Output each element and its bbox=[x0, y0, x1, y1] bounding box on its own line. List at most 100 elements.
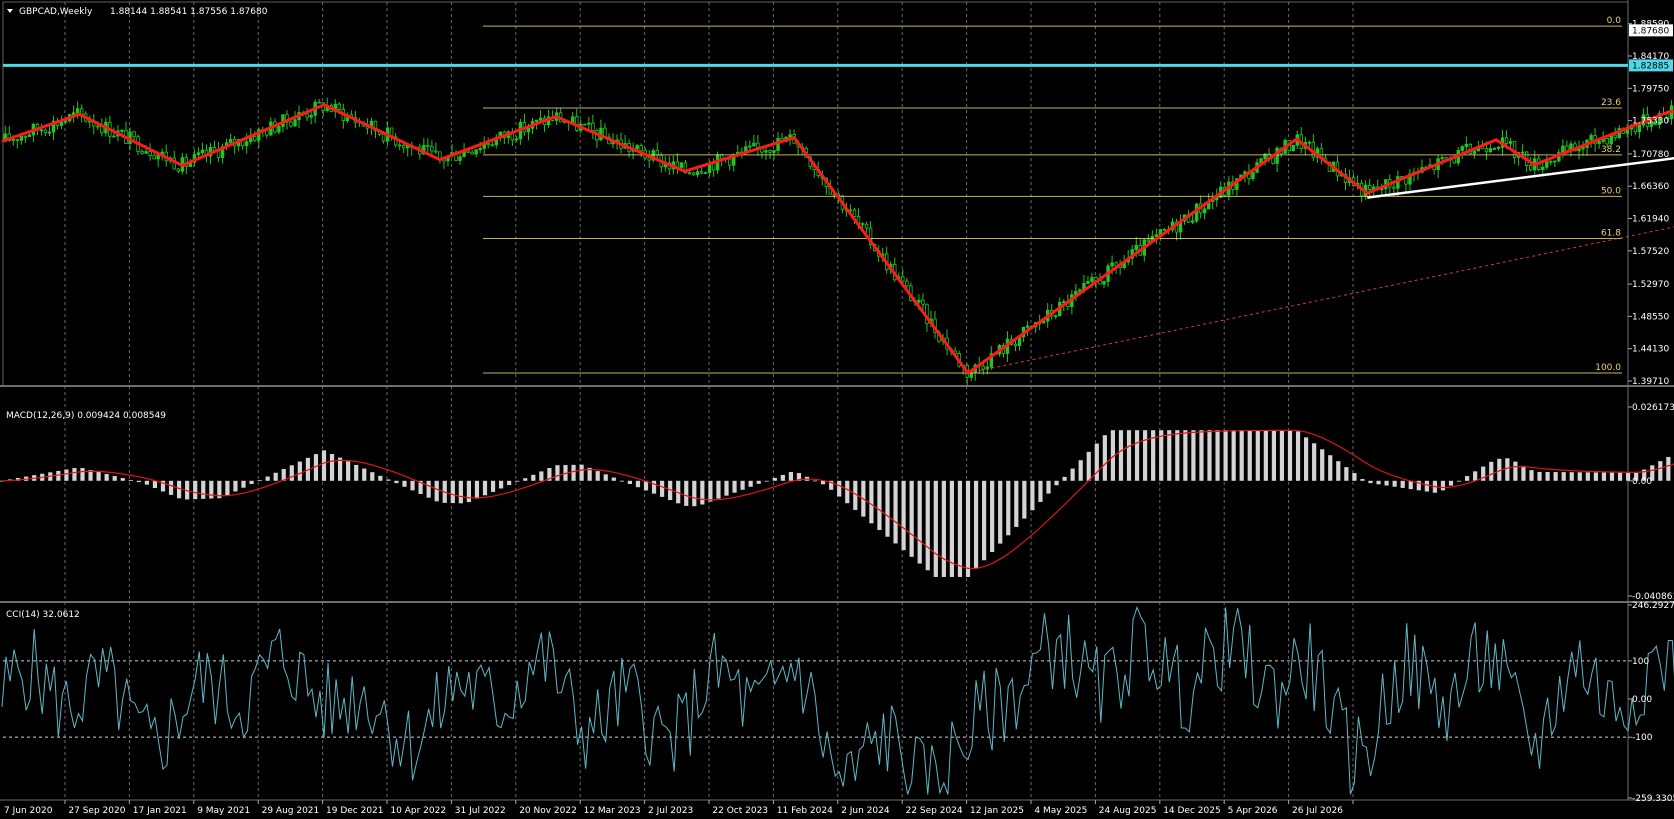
candle-body bbox=[76, 109, 79, 113]
candle-body bbox=[318, 102, 321, 103]
fib-label: 100.0 bbox=[1595, 363, 1621, 373]
candle-body bbox=[773, 151, 776, 153]
candle-body bbox=[1550, 162, 1553, 163]
macd-bar bbox=[378, 476, 382, 481]
macd-bar bbox=[990, 481, 994, 552]
candle-body bbox=[1509, 142, 1512, 144]
macd-bar bbox=[64, 469, 68, 480]
candle-body bbox=[310, 115, 313, 117]
time-label: 11 Feb 2024 bbox=[777, 806, 833, 816]
candle-body bbox=[72, 113, 75, 115]
macd-bar bbox=[1537, 472, 1541, 481]
time-label: 26 Jul 2026 bbox=[1292, 806, 1343, 816]
macd-bar bbox=[942, 481, 946, 577]
gbpcad-chart: 0.023.638.250.061.8100.0 1.885901.841701… bbox=[0, 0, 1674, 819]
cci-tick-label: -100 bbox=[1632, 733, 1653, 743]
macd-bar bbox=[121, 478, 125, 481]
macd-bar bbox=[290, 465, 294, 480]
candle-body bbox=[479, 148, 482, 149]
macd-bar bbox=[1401, 481, 1405, 488]
macd-bar bbox=[1063, 477, 1067, 481]
time-label: 27 Sep 2020 bbox=[68, 806, 125, 816]
macd-bar bbox=[427, 481, 431, 498]
macd-bar bbox=[475, 481, 479, 499]
candle-body bbox=[487, 144, 490, 145]
candle-body bbox=[749, 146, 752, 147]
candle-body bbox=[40, 130, 43, 131]
macd-bar bbox=[1546, 472, 1550, 481]
macd-bar bbox=[225, 481, 229, 495]
candle-body bbox=[906, 281, 909, 286]
macd-bar bbox=[877, 481, 881, 530]
candle-body bbox=[177, 169, 180, 171]
price-tick-label: 1.70780 bbox=[1632, 150, 1669, 160]
candle-body bbox=[753, 143, 756, 146]
macd-bar bbox=[757, 481, 761, 484]
macd-bar bbox=[145, 481, 149, 485]
macd-bar bbox=[1368, 481, 1372, 483]
macd-bar bbox=[555, 465, 559, 481]
candle-body bbox=[1590, 135, 1593, 139]
macd-bar bbox=[1264, 430, 1268, 481]
macd-label: MACD(12,26,9) 0.009424 0.008549 bbox=[6, 411, 166, 421]
macd-bar bbox=[708, 481, 712, 502]
macd-bar bbox=[274, 473, 278, 481]
macd-bar bbox=[1594, 472, 1598, 480]
macd-bar bbox=[1248, 430, 1252, 481]
candle-body bbox=[1529, 165, 1532, 170]
candle-body bbox=[1554, 161, 1557, 162]
macd-bar bbox=[1296, 431, 1300, 480]
macd-bar bbox=[338, 458, 342, 481]
support-price-tag: 1.82885 bbox=[1632, 61, 1669, 71]
candle-body bbox=[1614, 135, 1617, 137]
macd-bar bbox=[1618, 473, 1622, 481]
macd-bar bbox=[724, 481, 728, 496]
candle-body bbox=[592, 123, 595, 130]
cci-tick-label: 100 bbox=[1632, 657, 1649, 667]
macd-bar bbox=[773, 478, 777, 481]
cci-label: CCI(14) 32.0612 bbox=[6, 610, 80, 620]
macd-bar bbox=[998, 481, 1002, 544]
candle-body bbox=[491, 145, 494, 146]
macd-tick-label: 0.00 bbox=[1632, 477, 1652, 487]
macd-bar bbox=[1586, 472, 1590, 480]
candle-body bbox=[571, 117, 574, 123]
macd-bar bbox=[153, 481, 157, 488]
candle-body bbox=[48, 132, 51, 133]
macd-bar bbox=[1658, 461, 1662, 481]
candle-body bbox=[765, 151, 768, 152]
macd-bar bbox=[1159, 430, 1163, 481]
macd-bar bbox=[1240, 430, 1244, 481]
candle-body bbox=[1493, 148, 1496, 149]
macd-bar bbox=[837, 481, 841, 497]
symbol-label: GBPCAD,Weekly bbox=[19, 7, 93, 17]
candle-body bbox=[861, 223, 864, 224]
macd-bar bbox=[1385, 481, 1389, 486]
macd-bar bbox=[1071, 469, 1075, 481]
macd-bar bbox=[169, 481, 173, 495]
price-tick-label: 1.79750 bbox=[1632, 84, 1669, 94]
candle-body bbox=[922, 300, 925, 304]
macd-bar bbox=[1103, 435, 1107, 481]
macd-bar bbox=[362, 469, 366, 481]
macd-bar bbox=[1562, 472, 1566, 481]
candle-body bbox=[1562, 146, 1565, 153]
candle-body bbox=[901, 277, 904, 281]
candle-body bbox=[1541, 167, 1544, 169]
macd-bar bbox=[1393, 481, 1397, 487]
candle-body bbox=[515, 139, 518, 140]
macd-bar bbox=[233, 481, 237, 492]
fib-label: 23.6 bbox=[1601, 98, 1621, 108]
macd-bar bbox=[298, 462, 302, 481]
macd-bar bbox=[620, 481, 624, 482]
candle-body bbox=[1598, 141, 1601, 143]
candle-body bbox=[382, 134, 385, 141]
macd-bar bbox=[1312, 443, 1316, 480]
macd-bar bbox=[539, 471, 543, 480]
macd-bar bbox=[1038, 481, 1042, 502]
candle-body bbox=[133, 132, 136, 137]
macd-bar bbox=[700, 481, 704, 505]
candle-body bbox=[1163, 229, 1166, 230]
candle-body bbox=[1545, 162, 1548, 168]
macd-bar bbox=[692, 481, 696, 506]
